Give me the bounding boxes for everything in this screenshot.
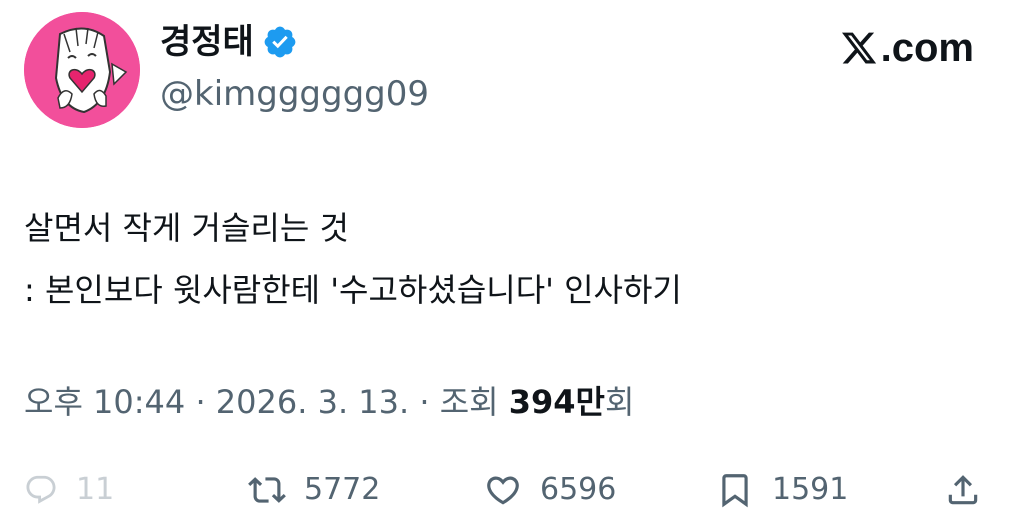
author-handle[interactable]: @kimgggggg09 bbox=[160, 74, 429, 114]
views-suffix: 회 bbox=[605, 383, 635, 421]
heart-icon bbox=[487, 476, 519, 505]
meta-separator: · bbox=[185, 383, 216, 421]
views-count: 394만 bbox=[508, 383, 605, 421]
tweet-line: : 본인보다 윗사람한테 '수고하셨습니다' 인사하기 bbox=[24, 271, 682, 309]
tweet-text: 살면서 작게 거슬리는 것 : 본인보다 윗사람한테 '수고하셨습니다' 인사하… bbox=[24, 197, 984, 321]
retweet-button[interactable]: 5772 bbox=[248, 462, 380, 518]
share-button[interactable] bbox=[944, 462, 982, 518]
x-logo-text: .com bbox=[880, 26, 974, 70]
tweet-time[interactable]: 오후 10:44 bbox=[24, 383, 185, 421]
action-bar: 11 5772 6596 1591 bbox=[0, 462, 1024, 518]
verified-badge-icon bbox=[264, 26, 296, 58]
retweet-count: 5772 bbox=[304, 472, 381, 507]
tweet-date[interactable]: 2026. 3. 13. bbox=[216, 383, 409, 421]
tweet-line: 살면서 작게 거슬리는 것 bbox=[24, 209, 349, 247]
x-com-logo: .com bbox=[839, 26, 974, 70]
like-count: 6596 bbox=[540, 472, 617, 507]
bookmark-count: 1591 bbox=[772, 472, 849, 507]
cartoon-heart-avatar-icon bbox=[24, 12, 140, 128]
x-logo-icon bbox=[841, 32, 876, 64]
bookmark-icon bbox=[722, 474, 748, 508]
like-button[interactable]: 6596 bbox=[484, 462, 616, 518]
meta-separator: · bbox=[409, 383, 440, 421]
views-prefix: 조회 bbox=[439, 383, 509, 421]
reply-count: 11 bbox=[76, 472, 115, 507]
retweet-icon bbox=[248, 477, 286, 503]
author-name-row: 경정태 bbox=[160, 22, 298, 62]
reply-icon bbox=[26, 475, 56, 504]
share-icon bbox=[948, 475, 978, 505]
reply-button[interactable]: 11 bbox=[24, 462, 114, 518]
avatar[interactable] bbox=[24, 12, 140, 128]
bookmark-button[interactable]: 1591 bbox=[716, 462, 848, 518]
tweet-meta: 오후 10:44 · 2026. 3. 13. · 조회 394만회 bbox=[24, 380, 634, 424]
display-name[interactable]: 경정태 bbox=[160, 22, 254, 62]
